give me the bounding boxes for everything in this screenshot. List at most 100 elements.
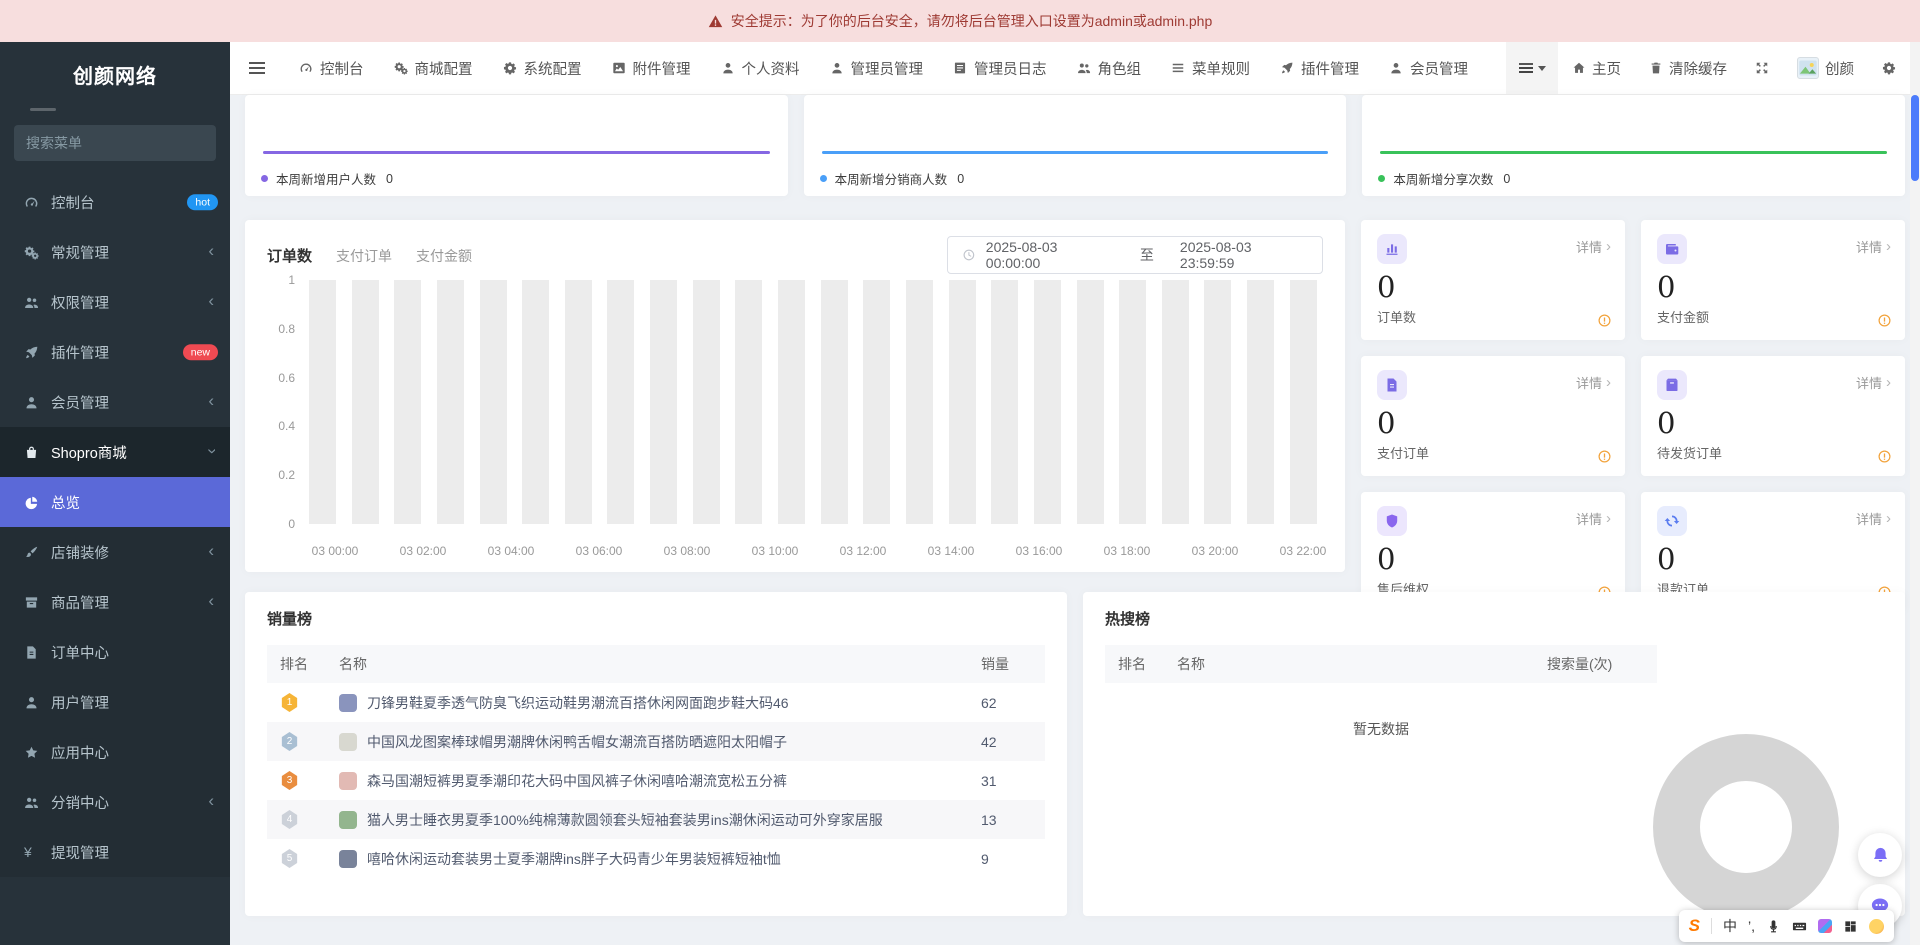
info-warning-icon[interactable] — [1597, 449, 1612, 464]
sidebar-item-withdraw[interactable]: 提现管理 — [0, 827, 230, 877]
sidebar-item-decorate[interactable]: 店铺装修 — [0, 527, 230, 577]
info-warning-icon[interactable] — [1597, 313, 1612, 328]
cogs-icon — [24, 245, 39, 260]
sidebar-item-auth[interactable]: 权限管理 — [0, 277, 230, 327]
detail-link[interactable]: 详情 — [1856, 237, 1891, 256]
detail-link[interactable]: 详情 — [1856, 509, 1891, 528]
tab-paid-orders[interactable]: 支付订单 — [336, 246, 392, 266]
sidebar-item-order[interactable]: 订单中心 — [0, 627, 230, 677]
user-menu[interactable]: 创颜 — [1783, 42, 1868, 94]
ime-punct-button[interactable]: ’, — [1748, 918, 1755, 934]
tabs-dropdown-button[interactable] — [1506, 42, 1558, 94]
placeholder-bar — [522, 280, 549, 524]
legend-dot — [820, 175, 827, 182]
trend-line — [263, 151, 770, 154]
trash-icon — [1649, 61, 1663, 75]
brand-divider — [30, 108, 56, 111]
tab-profile[interactable]: 个人资料 — [706, 42, 815, 94]
emoji-icon[interactable] — [1869, 919, 1884, 934]
product-name[interactable]: 嘻哈休闲运动套装男士夏季潮牌ins胖子大码青少年男装短裤短袖t恤 — [367, 849, 781, 869]
placeholder-bar — [1290, 280, 1317, 524]
clock-icon — [962, 248, 976, 262]
users-icon — [24, 795, 39, 810]
info-warning-icon[interactable] — [1877, 449, 1892, 464]
tab-dashboard[interactable]: 控制台 — [284, 42, 379, 94]
table-row[interactable]: 1 刀锋男鞋夏季透气防臭飞织运动鞋男潮流百搭休闲网面跑步鞋大码46 62 — [267, 683, 1045, 722]
stat-value: 0 — [1377, 545, 1609, 574]
product-name[interactable]: 猫人男士睡衣男夏季100%纯棉薄款圆领套头短袖套装男ins潮休闲运动可外穿家居服 — [367, 810, 883, 830]
sidebar-item-user[interactable]: 用户管理 — [0, 677, 230, 727]
sidebar-search-input[interactable] — [26, 135, 207, 151]
table-row[interactable]: 2 中国风龙图案棒球帽男潮牌休闲鸭舌帽女潮流百搭防晒遮阳太阳帽子 42 — [267, 722, 1045, 761]
placeholder-bar — [1162, 280, 1189, 524]
avatar-image-icon — [1798, 58, 1818, 78]
stat-value: 0 — [1657, 409, 1889, 438]
tab-member-manage[interactable]: 会员管理 — [1374, 42, 1483, 94]
medal-icon: 3 — [281, 771, 298, 790]
medal-icon: 2 — [281, 732, 298, 751]
detail-link[interactable]: 详情 — [1856, 373, 1891, 392]
tab-mall-config[interactable]: 商城配置 — [379, 42, 488, 94]
home-link[interactable]: 主页 — [1558, 42, 1635, 94]
table-row[interactable]: 3 森马国潮短裤男夏季潮印花大码中国风裤子休闲嘻哈潮流宽松五分裤 31 — [267, 761, 1045, 800]
sidebar-item-member[interactable]: 会员管理 — [0, 377, 230, 427]
clear-cache-button[interactable]: 清除缓存 — [1635, 42, 1741, 94]
sidebar-toggle-button[interactable] — [230, 42, 284, 94]
table-row[interactable]: 4 猫人男士睡衣男夏季100%纯棉薄款圆领套头短袖套装男ins潮休闲运动可外穿家… — [267, 800, 1045, 839]
product-name[interactable]: 刀锋男鞋夏季透气防臭飞织运动鞋男潮流百搭休闲网面跑步鞋大码46 — [367, 693, 789, 713]
detail-link[interactable]: 详情 — [1576, 509, 1611, 528]
tab-menu-rule[interactable]: 菜单规则 — [1156, 42, 1265, 94]
sidebar-item-dashboard[interactable]: 控制台 hot — [0, 177, 230, 227]
tab-paid-amount[interactable]: 支付金额 — [416, 246, 472, 266]
product-name[interactable]: 中国风龙图案棒球帽男潮牌休闲鸭舌帽女潮流百搭防晒遮阳太阳帽子 — [367, 732, 787, 752]
tab-admin-log[interactable]: 管理员日志 — [938, 42, 1062, 94]
user-icon — [24, 695, 39, 710]
grid-icon[interactable] — [1843, 919, 1858, 934]
stat-value: 0 — [1657, 273, 1889, 302]
product-name[interactable]: 森马国潮短裤男夏季潮印花大码中国风裤子休闲嘻哈潮流宽松五分裤 — [367, 771, 787, 791]
detail-link[interactable]: 详情 — [1576, 373, 1611, 392]
tab-order-count[interactable]: 订单数 — [267, 245, 312, 266]
scrollbar-thumb[interactable] — [1911, 95, 1919, 181]
notification-fab[interactable] — [1858, 833, 1902, 877]
fullscreen-button[interactable] — [1741, 42, 1783, 94]
tab-system-config[interactable]: 系统配置 — [488, 42, 597, 94]
user-icon — [721, 61, 735, 75]
sales-rank-title: 销量榜 — [267, 608, 1045, 629]
tab-admin-manage[interactable]: 管理员管理 — [815, 42, 939, 94]
tab-addon-manage[interactable]: 插件管理 — [1265, 42, 1374, 94]
detail-link[interactable]: 详情 — [1576, 237, 1611, 256]
sidebar-item-label: 权限管理 — [51, 292, 109, 313]
sidebar-item-overview[interactable]: 总览 — [0, 477, 230, 527]
keyboard-icon[interactable] — [1792, 919, 1807, 934]
sidebar-item-app[interactable]: 应用中心 — [0, 727, 230, 777]
tab-role-group[interactable]: 角色组 — [1062, 42, 1157, 94]
sales-count: 31 — [981, 773, 1045, 789]
skin-icon[interactable] — [1818, 919, 1832, 933]
placeholder-bar — [309, 280, 336, 524]
sales-rank-header: 排名 名称 销量 — [267, 645, 1045, 683]
placeholder-bar — [735, 280, 762, 524]
stat-value: 0 — [1377, 273, 1609, 302]
sidebar-item-shopro[interactable]: Shopro商城 — [0, 427, 230, 477]
brand-logo[interactable]: 创颜网络 — [0, 42, 230, 106]
expand-icon — [1755, 61, 1769, 75]
info-warning-icon[interactable] — [1877, 313, 1892, 328]
date-start-input[interactable]: 2025-08-03 00:00:00 — [986, 239, 1114, 271]
sidebar-item-general[interactable]: 常规管理 — [0, 227, 230, 277]
sidebar-search[interactable] — [14, 125, 216, 161]
page-scrollbar[interactable] — [1910, 42, 1920, 945]
date-separator: 至 — [1140, 245, 1154, 265]
yen-icon — [24, 844, 39, 861]
sidebar-item-goods[interactable]: 商品管理 — [0, 577, 230, 627]
date-end-input[interactable]: 2025-08-03 23:59:59 — [1180, 239, 1308, 271]
microphone-icon[interactable] — [1766, 919, 1781, 934]
tab-attachment[interactable]: 附件管理 — [597, 42, 706, 94]
date-range-picker[interactable]: 2025-08-03 00:00:00 至 2025-08-03 23:59:5… — [947, 236, 1323, 274]
sidebar-item-addon[interactable]: 插件管理 new — [0, 327, 230, 377]
chevron-left-icon — [208, 591, 214, 611]
sogou-logo[interactable]: S — [1689, 916, 1700, 936]
ime-mode-button[interactable]: 中 — [1723, 916, 1737, 936]
table-row[interactable]: 5 嘻哈休闲运动套装男士夏季潮牌ins胖子大码青少年男装短裤短袖t恤 9 — [267, 839, 1045, 878]
sidebar-item-commission[interactable]: 分销中心 — [0, 777, 230, 827]
